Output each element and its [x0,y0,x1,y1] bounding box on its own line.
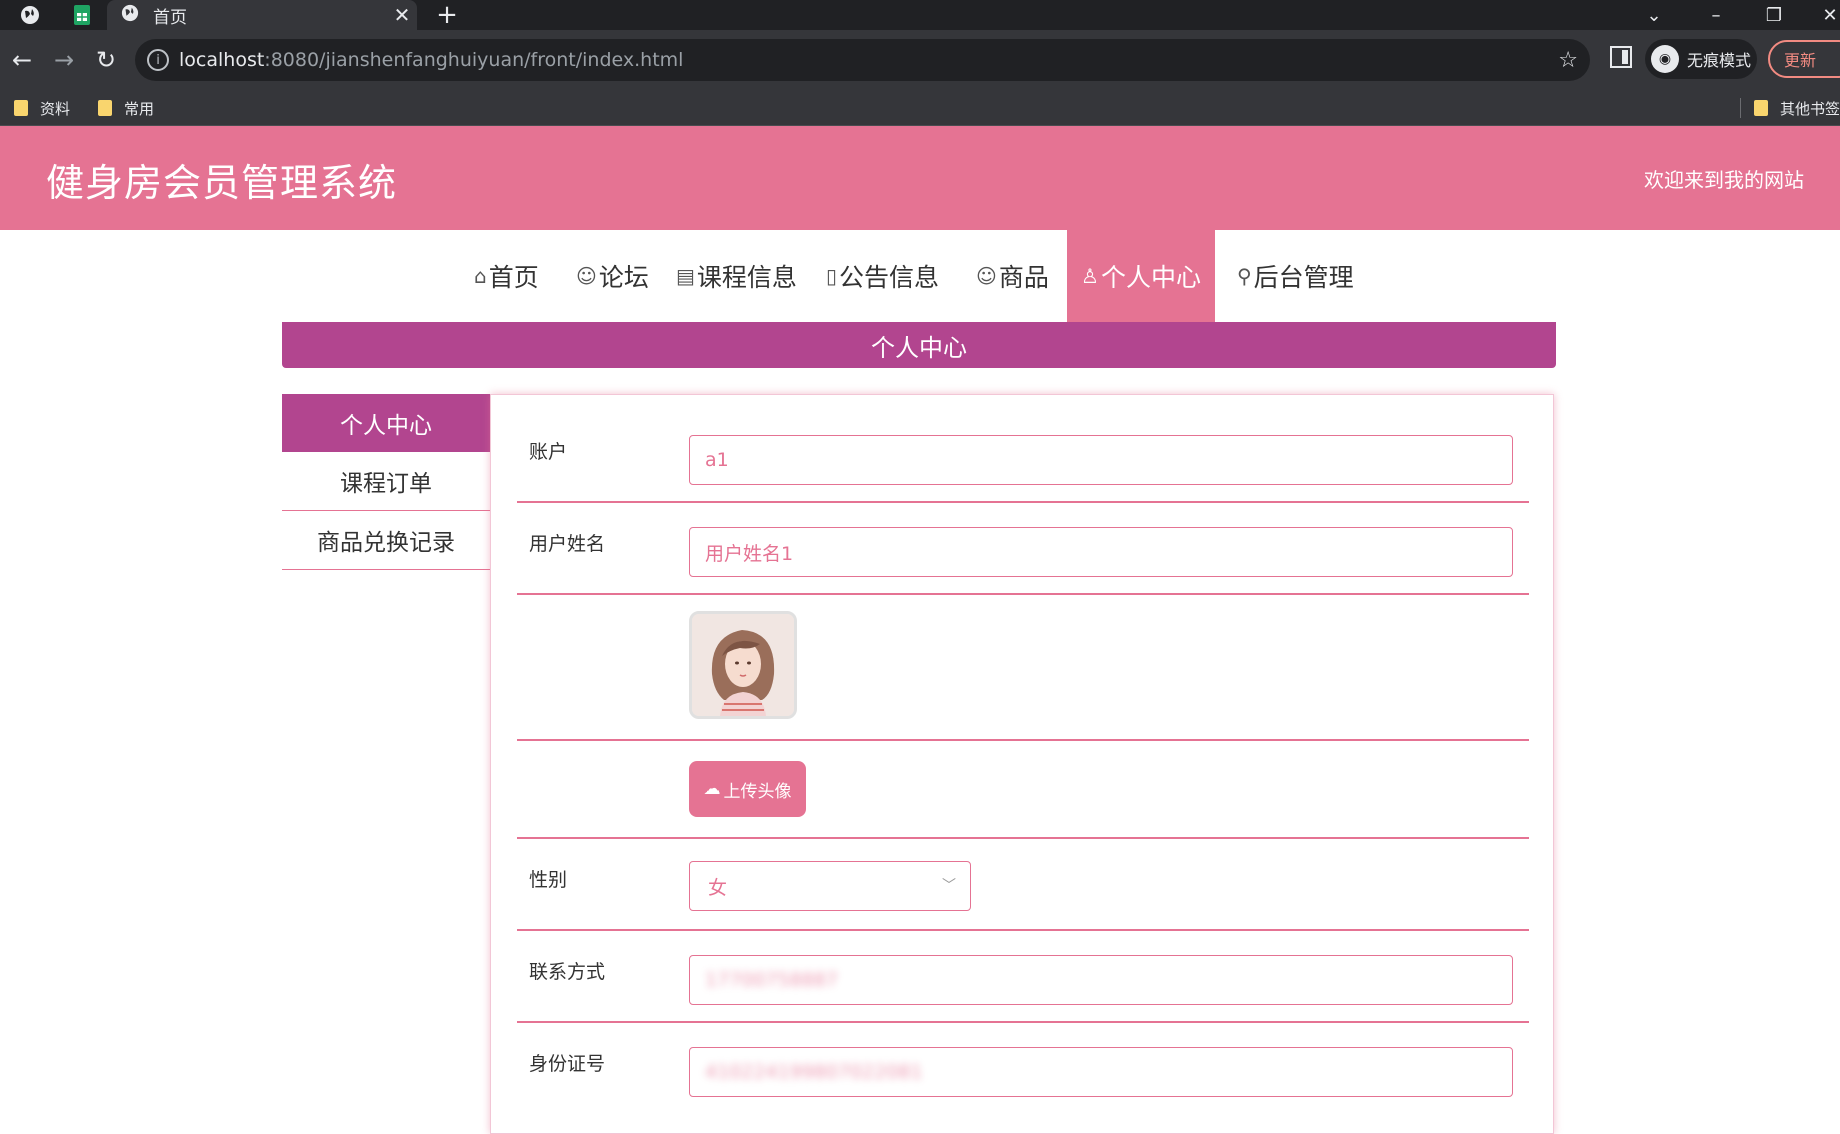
browser-tab-bar: 首页 ✕ + ⌄ – ❐ ✕ [0,0,1840,30]
nav-personal-center[interactable]: ♙ 个人中心 [1067,230,1215,322]
form-row-avatar [517,595,1529,741]
tab-search-icon[interactable]: ⌄ [1630,0,1678,30]
bookmark-label: 常用 [124,99,155,118]
bookmark-folder-ziliao[interactable]: 资料 [14,90,70,126]
name-label: 用户姓名 [529,533,606,555]
url-path: :8080/jianshenfanghuiyuan/front/index.ht… [264,49,684,71]
bookmark-label: 资料 [40,99,71,118]
phone-label: 联系方式 [529,961,606,983]
account-input[interactable]: a1 [689,435,1513,485]
forum-icon: ☺ [576,264,597,288]
nav-label: 个人中心 [1100,263,1201,292]
bookmarks-divider [1740,98,1741,118]
incognito-icon: ◉ [1651,45,1679,73]
sheets-icon[interactable] [56,0,108,30]
product-icon: ☺ [976,264,997,288]
new-tab-icon[interactable]: + [432,0,462,30]
close-window-icon[interactable]: ✕ [1806,0,1840,30]
restore-icon[interactable]: ❐ [1750,0,1798,30]
chevron-down-icon: ﹀ [942,878,956,894]
menu-item-personal-center[interactable]: 个人中心 [282,394,490,452]
close-tab-icon[interactable]: ✕ [387,3,417,27]
profile-form: 账户 a1 用户姓名 用户姓名1 ☁ 上传头像 性别 女 ﹀ 联系方式 1770… [490,394,1554,1134]
tab-title: 首页 [153,7,187,28]
user-icon: ♙ [1081,264,1099,288]
link-icon: ⚲ [1237,264,1252,288]
form-row-account: 账户 a1 [517,395,1529,503]
globe-icon [121,4,139,26]
reload-icon[interactable]: ↻ [90,44,122,76]
browser-toolbar: ← → ↻ i localhost:8080/jianshenfanghuiyu… [0,30,1840,90]
section-title: 个人中心 [282,322,1556,368]
gender-select[interactable]: 女 ﹀ [689,861,971,911]
upload-label: 上传头像 [723,781,792,802]
gender-label: 性别 [529,869,568,891]
folder-icon [98,100,112,116]
nav-label: 课程信息 [696,263,797,292]
bookmark-star-icon[interactable]: ☆ [1558,48,1578,73]
nav-announcements[interactable]: ▯ 公告信息 [826,230,939,322]
nav-label: 首页 [488,263,539,292]
forward-icon[interactable]: → [48,44,80,76]
id-input[interactable]: 410224199807022081 [689,1047,1513,1097]
upload-avatar-button[interactable]: ☁ 上传头像 [689,761,806,817]
announcement-icon: ▯ [826,264,838,288]
bookmark-folder-changyong[interactable]: 常用 [98,90,154,126]
other-bookmarks[interactable]: 其他书签 [1754,90,1840,126]
nav-forum[interactable]: ☺ 论坛 [576,230,649,322]
nav-label: 后台管理 [1253,263,1354,292]
gender-value: 女 [708,876,728,899]
nav-home[interactable]: ⌂ 首页 [474,230,539,322]
menu-item-course-orders[interactable]: 课程订单 [282,452,490,511]
form-row-phone: 联系方式 17700758887 [517,931,1529,1023]
update-button[interactable]: 更新 [1768,40,1840,78]
form-row-upload: ☁ 上传头像 [517,741,1529,839]
minimize-icon[interactable]: – [1692,0,1740,30]
folder-icon [14,100,28,116]
site-title: 健身房会员管理系统 [46,161,398,205]
nav-products[interactable]: ☺ 商品 [976,230,1049,322]
name-input[interactable]: 用户姓名1 [689,527,1513,577]
address-bar[interactable]: i localhost:8080/jianshenfanghuiyuan/fro… [135,39,1590,81]
left-menu: 个人中心 课程订单 商品兑换记录 [282,394,490,570]
id-label: 身份证号 [529,1053,606,1075]
home-icon: ⌂ [474,264,487,288]
active-tab[interactable]: 首页 ✕ [107,0,417,30]
phone-value: 17700758887 [705,969,838,991]
incognito-indicator[interactable]: ◉ 无痕模式 [1645,39,1757,79]
incognito-label: 无痕模式 [1687,51,1752,70]
other-bookmarks-label: 其他书签 [1780,99,1840,118]
phone-input[interactable]: 17700758887 [689,955,1513,1005]
form-row-id: 身份证号 410224199807022081 [517,1023,1529,1113]
site-info-icon[interactable]: i [147,49,169,71]
course-icon: ▤ [676,264,695,288]
page-content: 健身房会员管理系统 欢迎来到我的网站 ⌂ 首页 ☺ 论坛 ▤ 课程信息 ▯ 公告信息 ☺… [0,126,1840,1134]
menu-item-exchange-records[interactable]: 商品兑换记录 [282,511,490,570]
folder-icon [1754,100,1768,116]
back-icon[interactable]: ← [6,44,38,76]
id-value: 410224199807022081 [705,1061,923,1083]
site-header: 健身房会员管理系统 欢迎来到我的网站 [0,126,1840,230]
form-row-gender: 性别 女 ﹀ [517,839,1529,931]
bookmarks-bar: 资料 常用 其他书签 [0,90,1840,126]
form-row-name: 用户姓名 用户姓名1 [517,503,1529,595]
globe-icon[interactable] [4,0,56,30]
side-panel-icon[interactable] [1610,46,1632,68]
welcome-text: 欢迎来到我的网站 [1644,168,1804,192]
nav-label: 论坛 [598,263,649,292]
account-label: 账户 [529,441,568,463]
nav-label: 商品 [998,263,1049,292]
main-nav: ⌂ 首页 ☺ 论坛 ▤ 课程信息 ▯ 公告信息 ☺ 商品 ♙ 个人中心 ⚲ 后台管理 [0,230,1840,322]
avatar [689,611,797,719]
nav-label: 公告信息 [839,263,940,292]
cloud-upload-icon: ☁ [703,779,721,799]
nav-admin[interactable]: ⚲ 后台管理 [1237,230,1354,322]
url-host: localhost [179,49,265,71]
nav-courses[interactable]: ▤ 课程信息 [676,230,797,322]
